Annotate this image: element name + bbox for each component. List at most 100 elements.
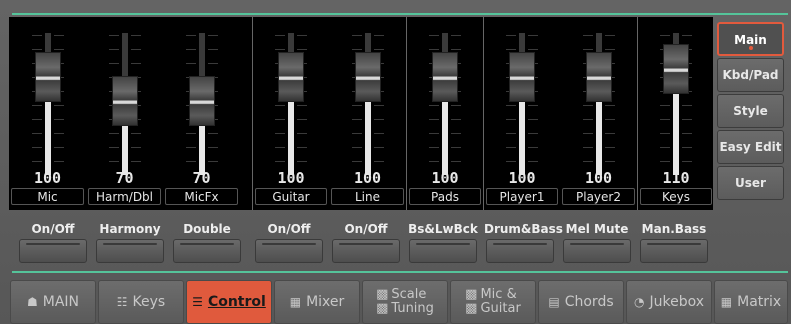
nav-tab-main[interactable]: ☗ MAIN [10, 280, 96, 324]
fader-tick [660, 161, 670, 162]
control-line-onoff: On/Off [330, 222, 402, 266]
fader-tick [31, 147, 42, 148]
fader-tick [582, 147, 593, 148]
fader-tick [207, 49, 218, 50]
channel-guitar: 100 Guitar [252, 17, 329, 210]
control-label: On/Off [31, 222, 75, 236]
fader-player2[interactable] [579, 27, 619, 177]
fader-knob[interactable] [278, 52, 304, 103]
fader-tick [130, 161, 141, 162]
fader-tick [604, 133, 615, 134]
fader-tick [429, 105, 439, 106]
side-tab-style[interactable]: Style [717, 94, 784, 128]
fader-line[interactable] [348, 27, 388, 177]
mel-mute-button[interactable] [563, 239, 631, 263]
drum-bass-button[interactable] [486, 239, 554, 263]
fader-tick [108, 147, 119, 148]
fader-knob[interactable] [188, 75, 215, 126]
fader-knob[interactable] [509, 52, 535, 103]
fader-tick [373, 35, 384, 36]
fader-tick [185, 35, 196, 36]
fader-guitar[interactable] [271, 27, 311, 177]
fader-knob[interactable] [354, 52, 381, 103]
fader-tick [207, 147, 218, 148]
fader-knob[interactable] [585, 52, 612, 103]
fader-tick [660, 133, 670, 134]
fader-tick [351, 49, 362, 50]
harmony-button[interactable] [96, 239, 164, 263]
side-tab-kbd-pad[interactable]: Kbd/Pad [717, 58, 784, 92]
nav-label: Chords [564, 294, 614, 310]
nav-tab-chords[interactable]: ▤ Chords [538, 280, 624, 324]
fader-tick [373, 119, 384, 120]
fader-tick [682, 119, 692, 120]
fader-tick [207, 63, 218, 64]
channel-micfx: 70 MicFx [163, 17, 240, 210]
channel-name: MicFx [165, 188, 238, 205]
fader-harm-dbl[interactable] [105, 27, 145, 177]
fader-tick [297, 49, 307, 50]
nav-tab-keys[interactable]: ☷ Keys [98, 280, 184, 324]
fader-knob[interactable] [111, 75, 138, 126]
control-man-bass: Man.Bass [638, 222, 710, 266]
fader-knob[interactable] [432, 52, 458, 103]
channel-value: 110 [662, 169, 690, 187]
nav-tab-control[interactable]: ☰ Control [186, 280, 272, 324]
man-bass-button[interactable] [640, 239, 708, 263]
control-bs-lwbck: Bs&LwBck [407, 222, 479, 266]
fader-tick [528, 133, 538, 134]
control-label: Man.Bass [641, 222, 707, 236]
fader-tick [31, 49, 42, 50]
fader-mic[interactable] [28, 27, 68, 177]
channel-name: Guitar [255, 188, 327, 205]
nav-tab-matrix[interactable]: ▦ Matrix [714, 280, 788, 324]
channel-value: 100 [33, 169, 62, 187]
nav-label: Scale [391, 287, 427, 302]
mixer-panel: 100 Mic 70 Harm/Dbl 70 MicFx 100 Guitar … [9, 17, 713, 210]
fader-tick [185, 161, 196, 162]
side-tab-user[interactable]: User [717, 166, 784, 200]
nav-label: Mic & [480, 287, 517, 302]
channel-name: Player1 [486, 188, 558, 205]
side-tab-easy-edit[interactable]: Easy Edit [717, 130, 784, 164]
fader-knob[interactable] [663, 44, 689, 95]
fader-tick [351, 105, 362, 106]
fader-tick [451, 133, 461, 134]
control-mel-mute: Mel Mute [561, 222, 633, 266]
fader-tick [53, 105, 64, 106]
fader-tick [130, 35, 141, 36]
fader-pads[interactable] [425, 27, 465, 177]
channel-harm-dbl: 70 Harm/Dbl [86, 17, 163, 210]
bs-lwbck-button[interactable] [409, 239, 477, 263]
nav-label: Mixer [306, 294, 345, 310]
fader-tick [660, 105, 670, 106]
fader-tick [297, 119, 307, 120]
fader-knob[interactable] [34, 52, 61, 103]
fader-tick [506, 49, 516, 50]
nav-tab-mic-guitar[interactable]: ▩ Mic & ▩ Guitar [450, 280, 536, 324]
side-tab-main[interactable]: Main [717, 22, 784, 56]
mixer-icon: ▦ [289, 295, 302, 309]
nav-tab-jukebox[interactable]: ◔ Jukebox [626, 280, 712, 324]
channel-name: Mic [11, 188, 84, 205]
fader-tick [275, 105, 285, 106]
nav-tab-mixer[interactable]: ▦ Mixer [274, 280, 360, 324]
double-button[interactable] [173, 239, 241, 263]
control-label: Mel Mute [565, 222, 629, 236]
channel-player1: 100 Player1 [483, 17, 560, 210]
fader-tick [582, 35, 593, 36]
fader-keys[interactable] [656, 27, 696, 177]
fader-tick [207, 133, 218, 134]
line-onoff-button[interactable] [332, 239, 400, 263]
nav-label: MAIN [42, 294, 80, 310]
nav-tab-scale-tuning[interactable]: ▩ Scale ▩ Tuning [362, 280, 448, 324]
tuning-icon: ▩ [376, 301, 389, 316]
fader-tick [451, 161, 461, 162]
fader-tick [451, 105, 461, 106]
mic-onoff-button[interactable] [19, 239, 87, 263]
fader-tick [53, 49, 64, 50]
guitar-onoff-button[interactable] [255, 239, 323, 263]
fader-tick [275, 119, 285, 120]
fader-player1[interactable] [502, 27, 542, 177]
fader-micfx[interactable] [182, 27, 222, 177]
